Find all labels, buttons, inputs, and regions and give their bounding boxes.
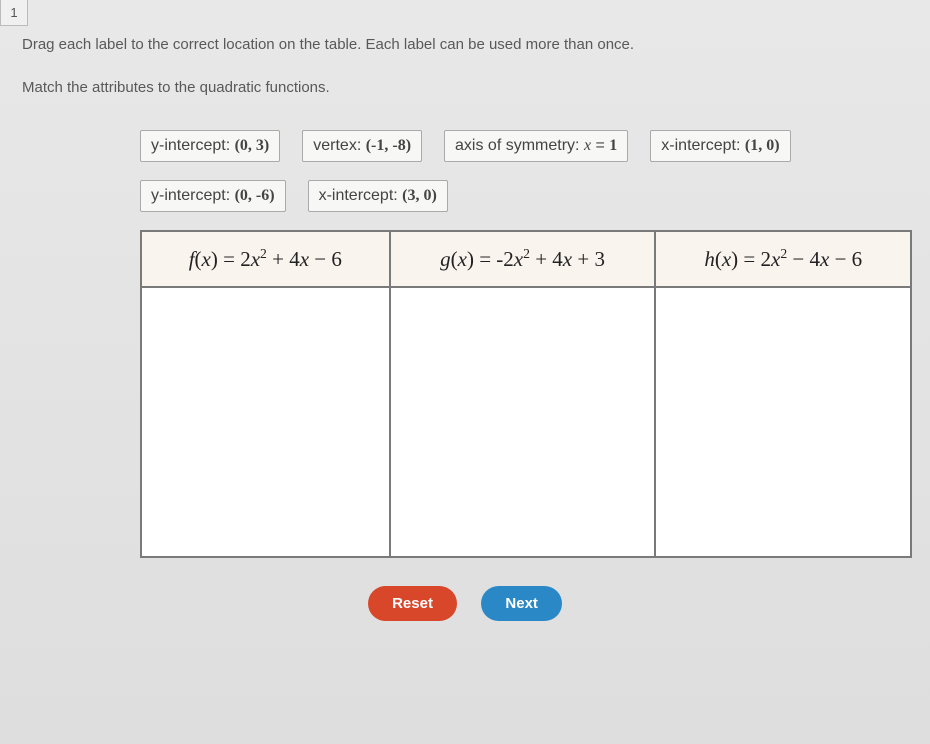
match-table: f(x) = 2x2 + 4x − 6 g(x) = -2x2 + 4x + 3… <box>140 230 912 558</box>
fn-arg: x <box>458 247 467 271</box>
label-x-intercept-1-0[interactable]: x-intercept: (1, 0) <box>650 130 790 162</box>
fn-body: = 2x2 − 4x − 6 <box>738 247 862 271</box>
drop-zone-h[interactable] <box>655 287 911 557</box>
question-number: 1 <box>10 5 17 20</box>
label-value: (-1, -8) <box>366 137 411 154</box>
fn-body: = -2x2 + 4x + 3 <box>474 247 605 271</box>
next-button[interactable]: Next <box>481 586 562 621</box>
reset-button[interactable]: Reset <box>368 586 457 621</box>
label-prefix: x-intercept: <box>319 187 403 204</box>
label-prefix: axis of symmetry: <box>455 137 584 154</box>
column-header-f: f(x) = 2x2 + 4x − 6 <box>141 231 390 287</box>
fn-name: g <box>440 247 451 271</box>
label-value: 1 <box>609 137 617 154</box>
label-vertex[interactable]: vertex: (-1, -8) <box>302 130 422 162</box>
label-value: (0, 3) <box>235 137 270 154</box>
label-y-intercept-0-neg6[interactable]: y-intercept: (0, -6) <box>140 180 286 212</box>
label-eq: = <box>591 137 609 154</box>
content-area: Drag each label to the correct location … <box>0 0 930 621</box>
button-row: Reset Next <box>22 586 908 621</box>
label-prefix: y-intercept: <box>151 137 235 154</box>
label-var: x <box>584 137 591 154</box>
fn-body: = 2x2 + 4x − 6 <box>218 247 342 271</box>
label-prefix: y-intercept: <box>151 187 235 204</box>
label-value: (1, 0) <box>745 137 780 154</box>
label-prefix: x-intercept: <box>661 137 745 154</box>
match-table-wrap: f(x) = 2x2 + 4x − 6 g(x) = -2x2 + 4x + 3… <box>140 230 912 558</box>
label-row-1: y-intercept: (0, 3) vertex: (-1, -8) axi… <box>140 130 880 162</box>
instruction-secondary: Match the attributes to the quadratic fu… <box>22 79 908 96</box>
instruction-primary: Drag each label to the correct location … <box>22 36 908 53</box>
drop-zone-g[interactable] <box>390 287 656 557</box>
table-drop-row <box>141 287 911 557</box>
drop-zone-f[interactable] <box>141 287 390 557</box>
column-header-g: g(x) = -2x2 + 4x + 3 <box>390 231 656 287</box>
table-header-row: f(x) = 2x2 + 4x − 6 g(x) = -2x2 + 4x + 3… <box>141 231 911 287</box>
label-y-intercept-0-3[interactable]: y-intercept: (0, 3) <box>140 130 280 162</box>
label-value: (3, 0) <box>402 187 437 204</box>
fn-arg: x <box>202 247 211 271</box>
column-header-h: h(x) = 2x2 − 4x − 6 <box>655 231 911 287</box>
label-prefix: vertex: <box>313 137 365 154</box>
label-x-intercept-3-0[interactable]: x-intercept: (3, 0) <box>308 180 448 212</box>
fn-name: h <box>704 247 715 271</box>
question-tab[interactable]: 1 <box>0 0 28 26</box>
label-axis-of-symmetry[interactable]: axis of symmetry: x = 1 <box>444 130 628 162</box>
draggable-labels-area: y-intercept: (0, 3) vertex: (-1, -8) axi… <box>140 130 880 212</box>
fn-arg: x <box>722 247 731 271</box>
label-row-2: y-intercept: (0, -6) x-intercept: (3, 0) <box>140 180 880 212</box>
label-value: (0, -6) <box>235 187 275 204</box>
